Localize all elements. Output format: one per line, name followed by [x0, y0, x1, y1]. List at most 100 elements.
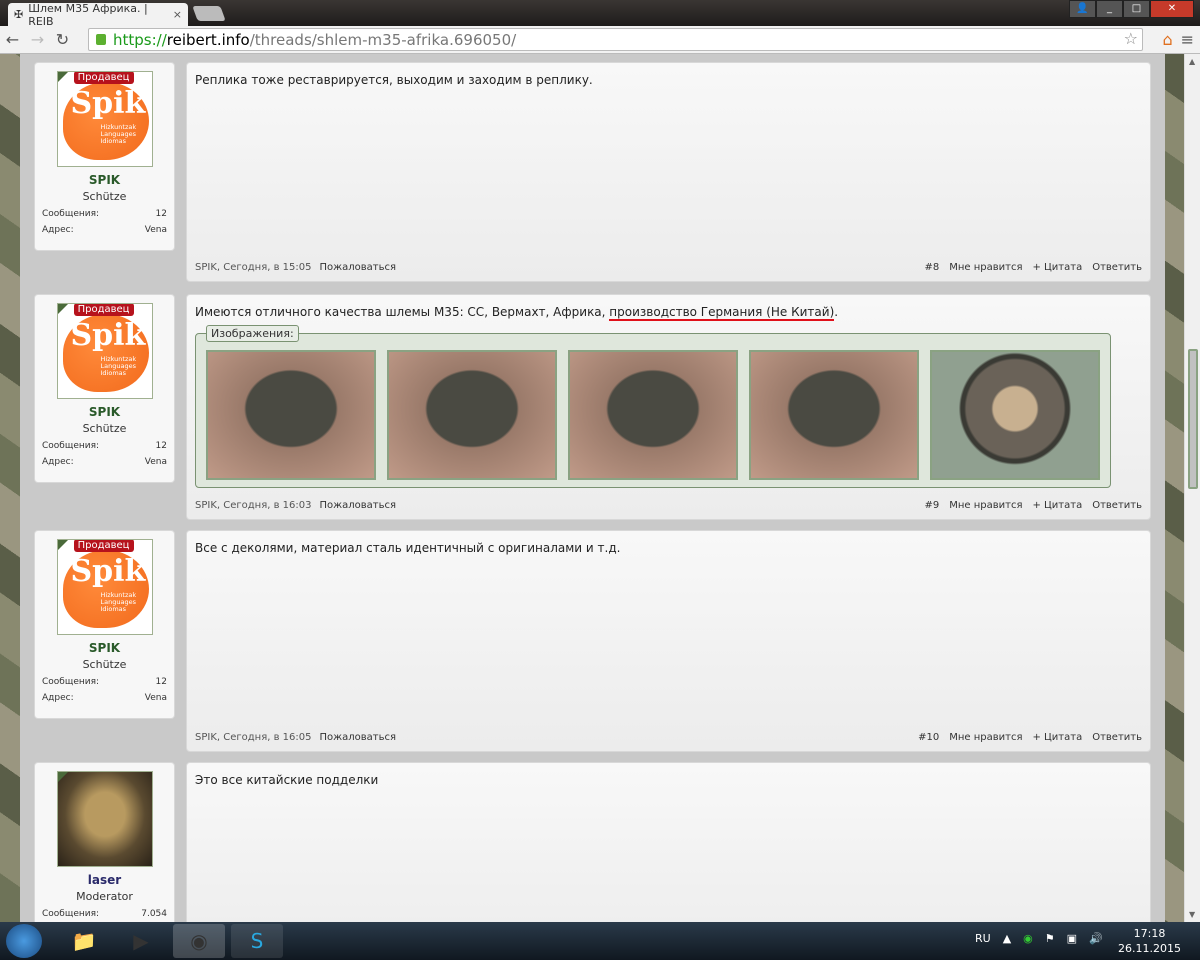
- reload-icon[interactable]: ↻: [50, 30, 75, 49]
- scroll-down-icon[interactable]: ▼: [1189, 910, 1195, 919]
- username[interactable]: SPIK: [35, 641, 174, 655]
- stat-label: Адрес:: [42, 225, 74, 235]
- stat-value: 12: [155, 677, 167, 687]
- url-path: /threads/shlem-m35-afrika.696050/: [249, 31, 517, 49]
- clock[interactable]: 17:18 26.11.2015: [1118, 926, 1181, 956]
- stat-value: Vena: [144, 693, 167, 703]
- message-text: Реплика тоже реставрируется, выходим и з…: [195, 73, 593, 87]
- gallery-label: Изображения:: [206, 325, 299, 342]
- message-text: Все с деколями, материал сталь идентичны…: [195, 541, 621, 555]
- url-scheme: https://: [113, 31, 167, 49]
- taskbar: 📁 ▶ ◉ S RU ▲ ◉ ⚑ ▣ 🔊 17:18 26.11.2015: [0, 922, 1200, 960]
- post-meta[interactable]: SPIK, Сегодня, в 16:05: [195, 732, 311, 743]
- reply-link[interactable]: Ответить: [1092, 262, 1142, 273]
- tab-strip: ✠ Шлем М35 Африка. | REIB × 👤 _ □ ✕: [0, 0, 1200, 28]
- message: Реплика тоже реставрируется, выходим и з…: [186, 62, 1151, 282]
- tab-active[interactable]: ✠ Шлем М35 Африка. | REIB ×: [8, 2, 188, 28]
- minimize-button[interactable]: _: [1096, 0, 1123, 18]
- scroll-up-icon[interactable]: ▲: [1189, 57, 1195, 66]
- avatar[interactable]: Spik Hizkuntzak Languages Idiomas Продавец: [56, 539, 153, 635]
- scrollbar-thumb[interactable]: [1188, 349, 1198, 489]
- user-card: Spik Hizkuntzak Languages Idiomas Продавец S…: [34, 530, 175, 719]
- maximize-button[interactable]: □: [1123, 0, 1150, 18]
- post-meta[interactable]: SPIK, Сегодня, в 15:05: [195, 262, 311, 273]
- stat-value: 7.054: [141, 909, 167, 919]
- like-link[interactable]: Мне нравится: [949, 500, 1022, 511]
- username[interactable]: SPIK: [35, 173, 174, 187]
- menu-icon[interactable]: ≡: [1181, 30, 1194, 49]
- stat-label: Сообщения:: [42, 209, 100, 219]
- report-link[interactable]: Пожаловаться: [319, 262, 396, 273]
- like-link[interactable]: Мне нравится: [949, 732, 1022, 743]
- message-text: Это все китайские подделки: [195, 773, 379, 787]
- explorer-icon[interactable]: 📁: [58, 924, 110, 958]
- start-button[interactable]: [6, 924, 42, 958]
- user-title: Schütze: [82, 658, 127, 671]
- message-text: Имеются отличного качества шлемы М35: СС…: [195, 305, 839, 321]
- user-card: Spik Hizkuntzak Languages Idiomas Продавец S…: [34, 294, 175, 483]
- helmet-image-thumbnail[interactable]: [749, 350, 919, 480]
- avatar[interactable]: Spik Hizkuntzak Languages Idiomas Продавец: [56, 71, 153, 167]
- action-center-flag-icon[interactable]: ⚑: [1045, 932, 1055, 945]
- page-content: Spik Hizkuntzak Languages Idiomas Продавец S…: [0, 54, 1184, 922]
- user-icon[interactable]: 👤: [1069, 0, 1096, 18]
- helmet-image-thumbnail[interactable]: [930, 350, 1100, 480]
- skype-icon[interactable]: S: [231, 924, 283, 958]
- media-player-icon[interactable]: ▶: [115, 924, 167, 958]
- scrollbar[interactable]: ▲ ▼: [1184, 54, 1200, 922]
- reply-link[interactable]: Ответить: [1092, 732, 1142, 743]
- lock-icon: [96, 34, 106, 45]
- report-link[interactable]: Пожаловаться: [319, 500, 396, 511]
- username[interactable]: SPIK: [35, 405, 174, 419]
- helmet-image-thumbnail[interactable]: [387, 350, 557, 480]
- browser-toolbar: ← → ↻ https://reibert.info/threads/shlem…: [0, 26, 1200, 54]
- time: 17:18: [1133, 927, 1166, 940]
- text-part: .: [834, 305, 839, 319]
- stat-value: Vena: [144, 457, 167, 467]
- report-link[interactable]: Пожаловаться: [319, 732, 396, 743]
- seller-badge: Продавец: [73, 540, 134, 552]
- post-meta[interactable]: SPIK, Сегодня, в 16:03: [195, 500, 311, 511]
- quote-link[interactable]: + Цитата: [1032, 262, 1082, 273]
- cross-favicon-icon: ✠: [14, 8, 24, 21]
- chrome-icon[interactable]: ◉: [173, 924, 225, 958]
- like-link[interactable]: Мне нравится: [949, 262, 1022, 273]
- volume-icon[interactable]: 🔊: [1089, 932, 1103, 945]
- reply-link[interactable]: Ответить: [1092, 500, 1142, 511]
- message: Имеются отличного качества шлемы М35: СС…: [186, 294, 1151, 520]
- network-icon[interactable]: ▣: [1067, 932, 1077, 945]
- user-title: Schütze: [82, 422, 127, 435]
- show-hidden-icons[interactable]: ▲: [1003, 932, 1011, 945]
- language-indicator[interactable]: RU: [975, 932, 991, 945]
- username[interactable]: laser: [35, 873, 174, 887]
- bookmark-star-icon[interactable]: ☆: [1124, 29, 1138, 48]
- close-tab-icon[interactable]: ×: [173, 8, 182, 21]
- extension-icon[interactable]: ⌂: [1162, 30, 1172, 49]
- spik-logo: Spik Hizkuntzak Languages Idiomas: [62, 82, 149, 160]
- spik-logo: Spik Hizkuntzak Languages Idiomas: [62, 314, 149, 392]
- date: 26.11.2015: [1118, 942, 1181, 955]
- forward-icon[interactable]: →: [25, 30, 50, 49]
- user-title: Schütze: [82, 190, 127, 203]
- post-number[interactable]: #10: [918, 732, 939, 743]
- highlighted-text: производство Германия (Не Китай): [609, 305, 835, 321]
- stat-value: 12: [155, 209, 167, 219]
- stat-label: Сообщения:: [42, 441, 100, 451]
- helmet-image-thumbnail[interactable]: [568, 350, 738, 480]
- quote-link[interactable]: + Цитата: [1032, 732, 1082, 743]
- quote-link[interactable]: + Цитата: [1032, 500, 1082, 511]
- new-tab-button[interactable]: [192, 6, 226, 21]
- address-bar[interactable]: https://reibert.info/threads/shlem-m35-a…: [88, 28, 1143, 51]
- helmet-image-thumbnail[interactable]: [206, 350, 376, 480]
- message: Это все китайские подделки: [186, 762, 1151, 922]
- post-number[interactable]: #9: [924, 500, 939, 511]
- stat-label: Сообщения:: [42, 677, 100, 687]
- tray-app-icon[interactable]: ◉: [1023, 932, 1033, 945]
- avatar[interactable]: [56, 771, 153, 867]
- back-icon[interactable]: ←: [0, 30, 25, 49]
- post-number[interactable]: #8: [924, 262, 939, 273]
- close-window-button[interactable]: ✕: [1150, 0, 1194, 18]
- url-host: reibert.info: [166, 31, 250, 49]
- avatar[interactable]: Spik Hizkuntzak Languages Idiomas Продавец: [56, 303, 153, 399]
- seller-badge: Продавец: [73, 72, 134, 84]
